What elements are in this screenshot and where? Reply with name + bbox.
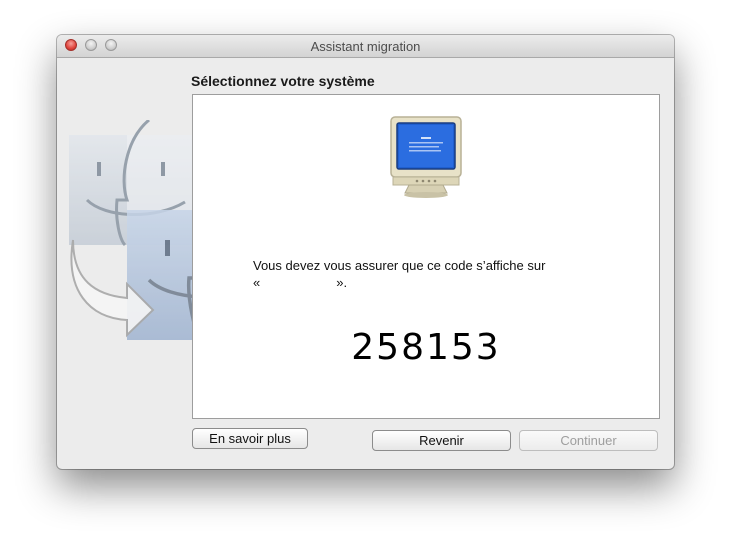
passcode: 258153 bbox=[351, 327, 501, 368]
close-quote: ». bbox=[336, 275, 348, 290]
window-title: Assistant migration bbox=[310, 39, 421, 54]
content-panel: Vous devez vous assurer que ce code s’af… bbox=[192, 94, 660, 419]
open-quote: « bbox=[253, 275, 261, 290]
title-bar[interactable]: Assistant migration bbox=[57, 35, 674, 58]
continue-button[interactable]: Continuer bbox=[519, 430, 658, 451]
pc-monitor-icon bbox=[390, 116, 462, 198]
section-title: Sélectionnez votre système bbox=[191, 73, 375, 89]
instruction-line-1: Vous devez vous assurer que ce code s’af… bbox=[253, 258, 546, 273]
migration-assistant-window: Assistant migration Sélectionnez votre s… bbox=[57, 35, 674, 469]
instruction-text: Vous devez vous assurer que ce code s’af… bbox=[253, 257, 613, 291]
instruction-line-2: « ». bbox=[253, 274, 613, 291]
learn-more-button[interactable]: En savoir plus bbox=[192, 428, 308, 449]
screen: Assistant migration Sélectionnez votre s… bbox=[0, 0, 731, 549]
back-button[interactable]: Revenir bbox=[372, 430, 511, 451]
